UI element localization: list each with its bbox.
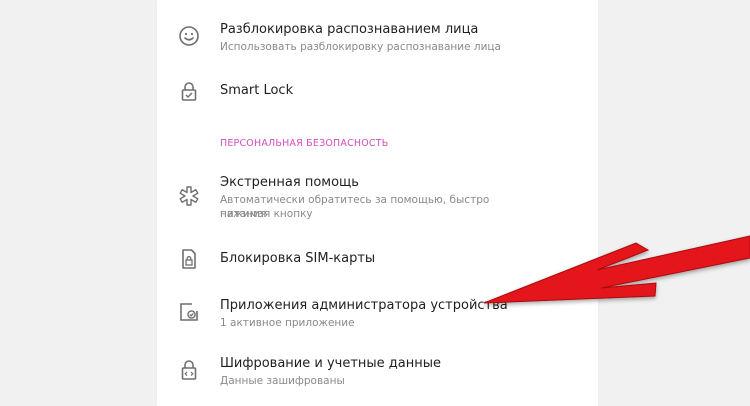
emergency-asterisk-icon [177,184,201,208]
face-unlock-subtitle: Использовать разблокировку распознавание… [220,41,501,53]
sim-lock-item[interactable]: Блокировка SIM-карты [157,244,598,274]
encryption-lock-icon [177,358,201,382]
encryption-item[interactable]: Шифрование и учетные данные Данные зашиф… [157,350,598,394]
smart-lock-title: Smart Lock [220,83,294,98]
device-admin-item[interactable]: Приложения администратора устройства 1 а… [157,290,598,334]
emergency-help-title: Экстренная помощь [220,175,359,190]
smart-lock-item[interactable]: Smart Lock [157,72,598,112]
face-unlock-item[interactable]: Разблокировка распознаванием лица Исполь… [157,12,598,58]
encryption-title: Шифрование и учетные данные [220,356,442,371]
encryption-subtitle: Данные зашифрованы [220,375,345,387]
smiley-face-icon [177,24,201,48]
sim-lock-icon [177,247,201,271]
emergency-help-item[interactable]: Экстренная помощь Автоматически обратите… [157,170,598,226]
face-unlock-title: Разблокировка распознаванием лица [220,22,479,37]
emergency-help-subtitle-line2: питания [220,208,267,220]
sim-lock-title: Блокировка SIM-карты [220,251,376,266]
smart-lock-icon [177,80,201,104]
device-admin-icon [177,300,201,324]
section-header-personal-safety: ПЕРСОНАЛЬНАЯ БЕЗОПАСНОСТЬ [220,138,389,149]
security-settings-panel: Разблокировка распознаванием лица Исполь… [157,0,598,406]
device-admin-title: Приложения администратора устройства [220,298,508,313]
device-admin-subtitle: 1 активное приложение [220,317,355,329]
